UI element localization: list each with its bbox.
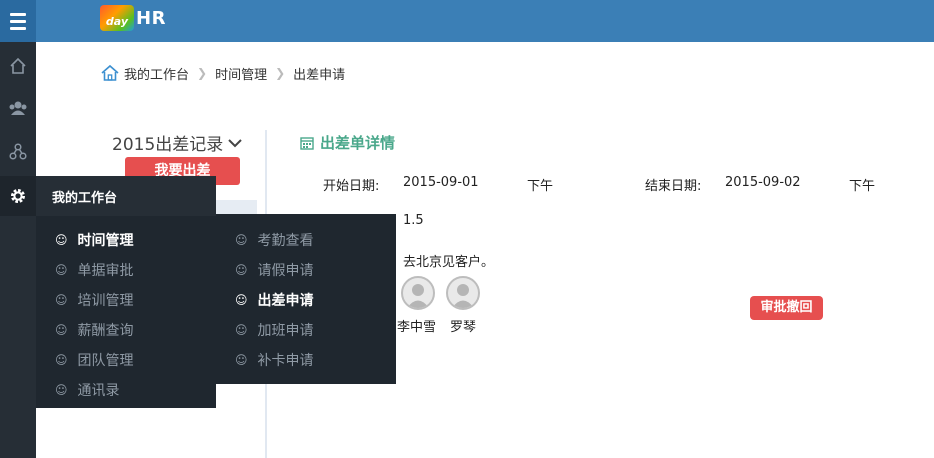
smiley-icon: ☺ [235,233,248,247]
breadcrumb-business-trip: 出差申请 [293,67,346,83]
breadcrumb-separator: ❯ [275,66,286,80]
home-icon [10,57,26,74]
menu-item-label: 补卡申请 [257,353,314,369]
menu-item-contacts[interactable]: ☺ 通讯录 [55,380,120,400]
smiley-icon: ☺ [55,383,68,397]
approver-name: 李中雪 [397,320,437,335]
breadcrumb-separator: ❯ [197,66,208,80]
smiley-icon: ☺ [235,323,248,337]
smiley-icon: ☺ [235,353,248,367]
record-year-selector[interactable]: 2015出差记录 [112,130,243,155]
smiley-icon: ☺ [55,323,68,337]
menu-item-business-trip[interactable]: ☺ 出差申请 [235,290,314,310]
menu-item-label: 考勤查看 [257,233,314,249]
menu-item-card-supplement[interactable]: ☺ 补卡申请 [235,350,314,370]
avatar [401,276,435,310]
logo-badge: day [100,5,134,31]
app-logo[interactable]: day HR [100,4,166,32]
days-value: 1.5 [403,213,424,228]
org-icon [9,143,27,160]
menu-item-label: 单据审批 [77,263,134,279]
menu-item-label: 加班申请 [257,323,314,339]
end-period-value: 下午 [849,179,876,194]
breadcrumb: 我的工作台 ❯ 时间管理 ❯ 出差申请 [100,62,345,84]
menu-item-salary[interactable]: ☺ 薪酬查询 [55,320,134,340]
menu-item-label: 请假申请 [257,263,314,279]
menu-item-label: 薪酬查询 [77,323,134,339]
smiley-icon: ☺ [235,263,248,277]
rail-home-button[interactable] [0,46,36,86]
menu-toggle-button[interactable] [0,0,36,42]
record-title: 2015出差记录 [112,135,224,155]
hamburger-icon [10,11,26,32]
user-silhouette-icon [407,284,429,308]
menu-item-overtime[interactable]: ☺ 加班申请 [235,320,314,340]
gear-icon [11,189,25,203]
menu-item-training[interactable]: ☺ 培训管理 [55,290,134,310]
menu-item-leave[interactable]: ☺ 请假申请 [235,260,314,280]
menu-item-team[interactable]: ☺ 团队管理 [55,350,134,370]
reason-value: 去北京见客户。 [403,255,495,270]
record-list-item[interactable] [215,200,257,214]
approver-name: 罗琴 [450,320,477,335]
breadcrumb-time-management[interactable]: 时间管理 [215,64,267,83]
breadcrumb-workspace[interactable]: 我的工作台 [124,64,189,83]
status-badge: 审批撤回 [750,296,823,320]
end-date-label: 结束日期: [645,179,702,194]
smiley-icon: ☺ [55,293,68,307]
menu-item-document-approval[interactable]: ☺ 单据审批 [55,260,134,280]
users-icon [9,101,27,115]
logo-text: HR [136,7,166,29]
avatar [446,276,480,310]
menu-item-label: 培训管理 [77,293,134,309]
smiley-icon: ☺ [55,263,68,277]
rail-users-button[interactable] [0,88,36,128]
menu-item-label: 团队管理 [77,353,134,369]
menu-item-attendance[interactable]: ☺ 考勤查看 [235,230,314,250]
rail-workspace-button[interactable] [0,176,36,216]
detail-title: 出差单详情 [300,132,395,153]
smiley-icon: ☺ [55,353,68,367]
start-period-value: 下午 [527,179,554,194]
start-date-label: 开始日期: [323,179,380,194]
start-date-value: 2015-09-01 [403,175,479,190]
menu-item-label: 出差申请 [257,293,314,309]
menu-item-time-management[interactable]: ☺ 时间管理 [55,230,134,250]
rail-org-button[interactable] [0,132,36,172]
smiley-icon: ☺ [235,293,248,307]
flyout-menu-heading[interactable]: 我的工作台 [36,176,216,216]
menu-item-label: 时间管理 [77,233,134,249]
user-silhouette-icon [452,284,474,308]
calendar-icon [300,136,314,150]
end-date-value: 2015-09-02 [725,175,801,190]
chevron-down-icon [228,138,242,147]
menu-item-label: 通讯录 [77,383,120,399]
home-icon [101,64,119,81]
detail-title-text: 出差单详情 [320,134,396,152]
smiley-icon: ☺ [55,233,68,247]
